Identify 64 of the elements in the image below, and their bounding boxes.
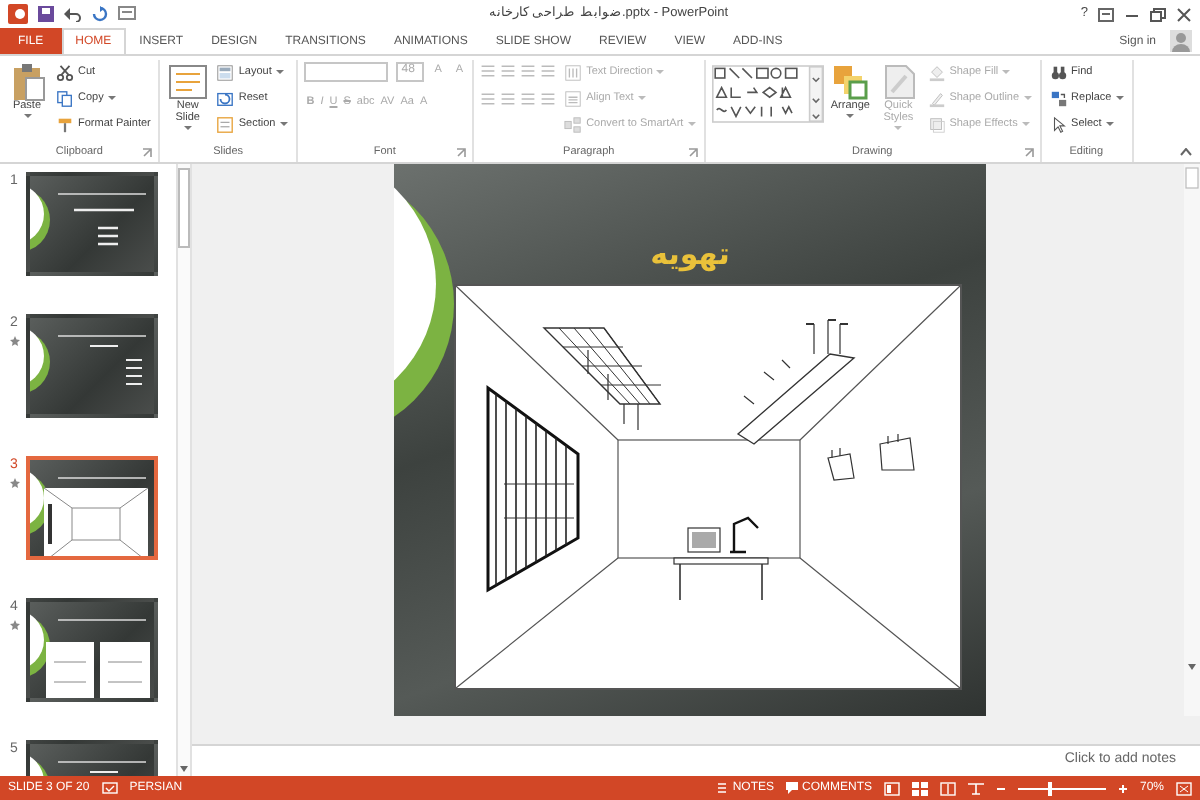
dialog-launcher-icon[interactable] [687, 148, 698, 158]
caret-icon [183, 125, 192, 130]
zoom-out-icon[interactable] [995, 783, 1006, 793]
align-text-icon [564, 89, 583, 107]
caret-icon [1002, 70, 1011, 74]
slide-sorter-icon[interactable] [911, 781, 928, 795]
close-icon[interactable] [1176, 7, 1192, 21]
undo-icon[interactable] [64, 6, 82, 22]
caret-icon [1023, 96, 1032, 100]
paint-bucket-icon [927, 63, 946, 81]
layout-icon [216, 63, 235, 81]
slide-thumbnail[interactable] [26, 314, 158, 418]
caret-icon [846, 113, 855, 118]
caret-icon [1115, 96, 1124, 100]
shape-effects-icon [927, 115, 946, 133]
smartart-icon [564, 115, 583, 133]
caret-icon [1021, 122, 1030, 126]
section-icon [216, 115, 235, 133]
binoculars-icon [1049, 63, 1068, 81]
font-name-field[interactable] [303, 61, 388, 81]
caret-icon [1105, 122, 1114, 126]
collapse-ribbon-icon[interactable] [1180, 148, 1192, 156]
save-icon[interactable] [38, 6, 54, 22]
slideshow-icon[interactable] [967, 781, 984, 795]
slide-icon [167, 62, 208, 102]
arrange-icon [830, 62, 871, 102]
caret-icon [279, 122, 288, 126]
editor-scrollbar[interactable] [1184, 164, 1200, 716]
reset-icon [216, 89, 235, 107]
app-icon[interactable] [8, 4, 28, 24]
dialog-launcher-icon[interactable] [1023, 148, 1034, 158]
zoom-in-icon[interactable] [1117, 783, 1128, 793]
shapes-gallery-drawing[interactable] [711, 64, 824, 124]
zoom-slider-thumb[interactable] [1048, 781, 1053, 795]
pen-icon [927, 89, 946, 107]
caret-icon [894, 125, 903, 130]
fit-slide-icon[interactable] [1176, 781, 1192, 795]
reading-view-icon[interactable] [939, 781, 956, 795]
cursor-icon [1049, 115, 1068, 133]
slide-thumbnail[interactable] [26, 172, 158, 276]
replace-icon [1049, 89, 1068, 107]
caret-icon [23, 113, 31, 118]
scissors-icon [56, 63, 74, 81]
presenter-icon[interactable] [118, 6, 136, 22]
comment-icon[interactable] [785, 782, 798, 794]
slide-thumbnail[interactable] [26, 456, 158, 560]
slide-thumbnail[interactable] [26, 598, 158, 702]
notes-icon[interactable] [716, 782, 729, 794]
text-direction-icon [564, 63, 583, 81]
redo-icon[interactable] [92, 6, 108, 22]
caret-icon [275, 70, 284, 74]
slide-title: تهویه [648, 234, 732, 276]
ribbon-options-icon[interactable] [1098, 7, 1114, 21]
dialog-launcher-icon[interactable] [142, 148, 153, 158]
normal-view-icon[interactable] [883, 781, 900, 795]
proofing-icon[interactable] [101, 781, 118, 795]
copy-icon [56, 89, 74, 107]
restore-icon[interactable] [1150, 7, 1166, 21]
caret-icon [687, 122, 696, 126]
caret-icon [107, 96, 116, 100]
scrollbar-thumb[interactable] [178, 168, 190, 248]
caret-icon [656, 70, 665, 74]
brush-icon [56, 115, 74, 133]
caret-icon [637, 96, 646, 100]
